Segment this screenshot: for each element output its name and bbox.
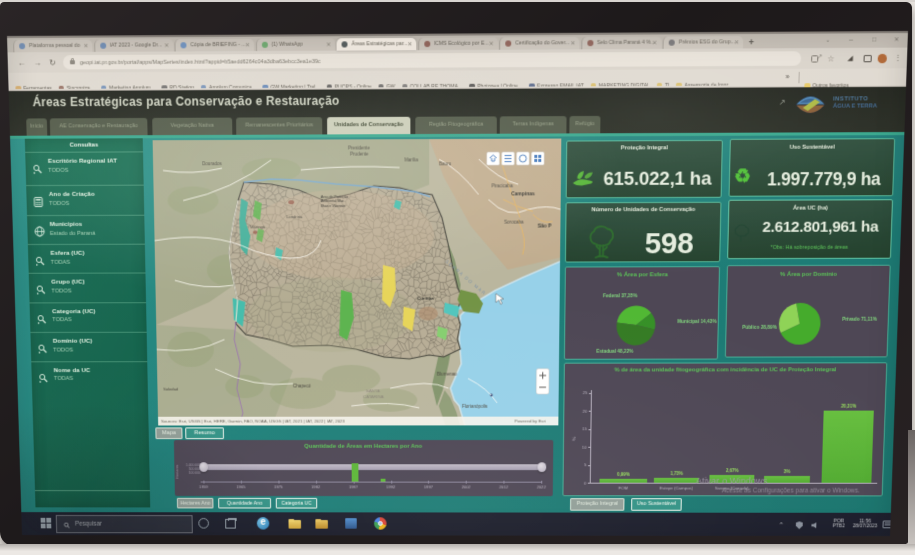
svg-text:São P: São P — [538, 224, 552, 230]
svg-text:Powered by Esri: Powered by Esri — [515, 419, 546, 424]
svg-text:Maringá: Maringá — [250, 224, 266, 229]
svg-text:Bauru: Bauru — [439, 161, 452, 166]
svg-text:Campinas: Campinas — [511, 191, 535, 197]
svg-text:Prudente: Prudente — [350, 152, 369, 157]
svg-text:Chapecó: Chapecó — [293, 384, 311, 389]
svg-text:Londrina: Londrina — [286, 214, 303, 219]
svg-text:Piracicaba: Piracicaba — [491, 183, 513, 188]
svg-text:SANTA: SANTA — [366, 388, 380, 393]
svg-text:CATARINA: CATARINA — [363, 394, 384, 399]
svg-text:Ambiental Mar: Ambiental Mar — [321, 200, 345, 204]
svg-text:Sorocaba: Sorocaba — [504, 220, 524, 225]
svg-text:Área de Proteção: Área de Proteção — [321, 195, 348, 199]
svg-text:Dourados: Dourados — [202, 161, 222, 166]
svg-text:Ilhas e Várzeas: Ilhas e Várzeas — [321, 204, 346, 208]
svg-text:Blumenau: Blumenau — [437, 372, 458, 377]
svg-text:Curitiba: Curitiba — [417, 296, 434, 301]
svg-text:Soledad: Soledad — [163, 387, 179, 392]
svg-text:Marília: Marília — [404, 157, 418, 162]
svg-text:Sources: Esri, USGS | Esri, HE: Sources: Esri, USGS | Esri, HERE, Garmin… — [161, 419, 345, 424]
svg-text:Presidente: Presidente — [348, 145, 370, 150]
svg-text:Florianópolis: Florianópolis — [462, 404, 488, 409]
